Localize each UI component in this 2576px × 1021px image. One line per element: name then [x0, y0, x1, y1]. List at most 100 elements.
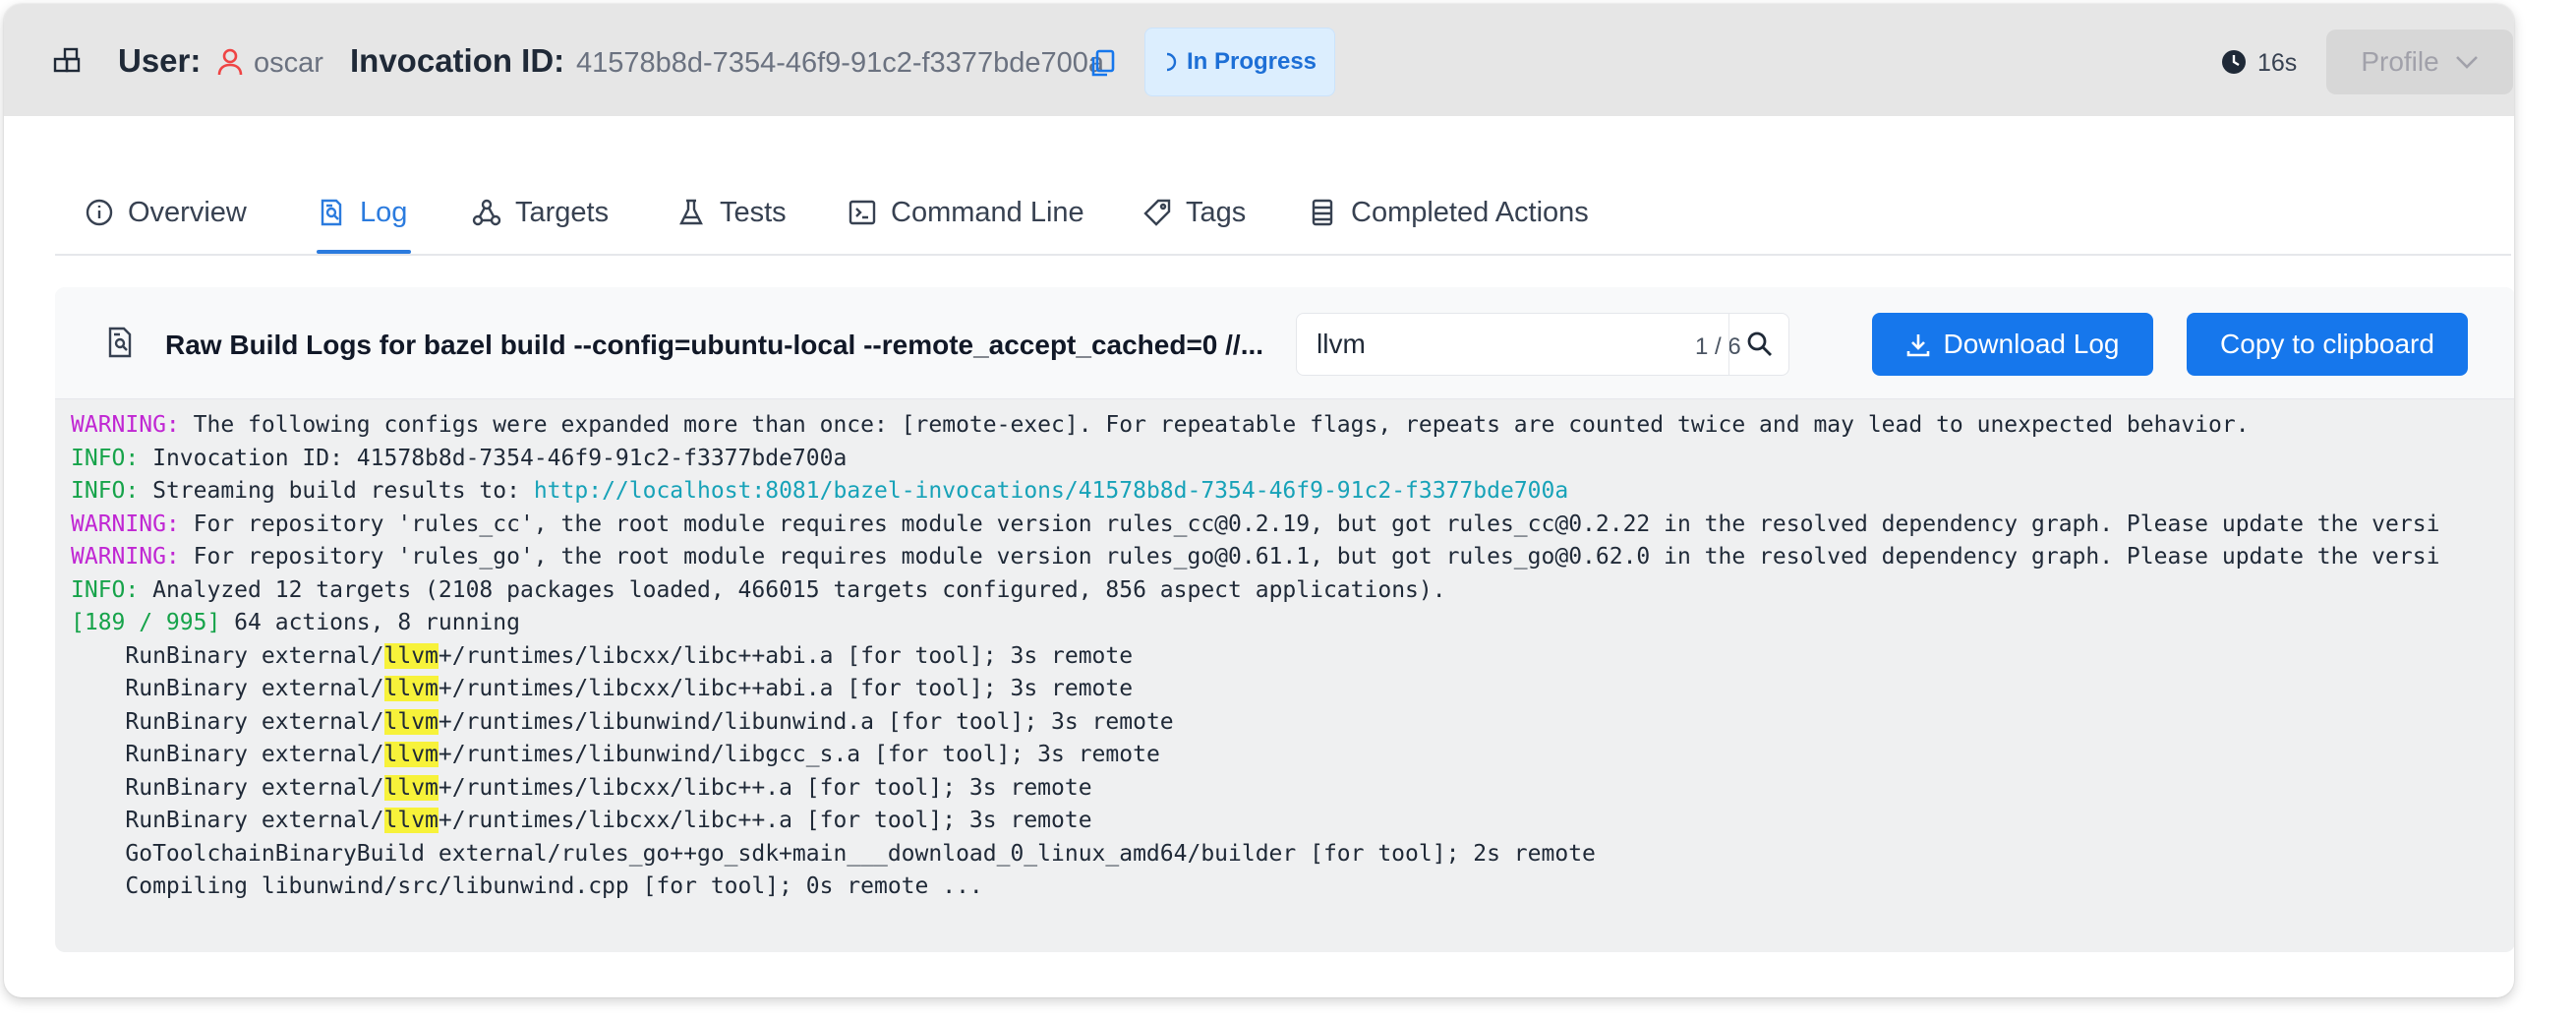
log-text: Streaming build results to:: [139, 478, 534, 504]
log-line: RunBinary external/llvm+/runtimes/libunw…: [71, 706, 2514, 740]
log-text: Compiling libunwind/src/libunwind.cpp [f…: [71, 873, 983, 899]
search-match-highlight: llvm: [383, 774, 439, 801]
log-text: RunBinary external/: [71, 808, 384, 833]
log-output[interactable]: WARNING: The following configs were expa…: [71, 409, 2514, 940]
flask-icon: [679, 199, 703, 225]
copy-to-clipboard-label: Copy to clipboard: [2220, 329, 2434, 359]
log-level-warning: WARNING:: [71, 510, 180, 537]
raw-log-panel: Raw Build Logs for bazel build --config=…: [55, 287, 2514, 952]
log-level-info: INFO:: [71, 576, 140, 603]
log-level-info: INFO:: [71, 478, 140, 504]
log-text: +/runtimes/libcxx/libc++.a [for tool]; 3…: [438, 774, 1092, 801]
log-panel-title: Raw Build Logs for bazel build --config=…: [165, 330, 1264, 360]
list-icon: [1312, 199, 1333, 226]
tab-label: Targets: [515, 196, 610, 228]
copy-to-clipboard-button[interactable]: Copy to clipboard: [2187, 313, 2468, 376]
log-text: RunBinary external/: [71, 708, 384, 735]
invocation-id-label: Invocation ID:: [350, 42, 565, 79]
tab-tags[interactable]: Tags: [1142, 193, 1246, 232]
log-text: RunBinary external/: [71, 774, 384, 801]
log-text: RunBinary external/: [71, 676, 384, 701]
log-line: WARNING: The following configs were expa…: [71, 409, 2514, 443]
log-search-icon: [108, 327, 132, 358]
log-text: The following configs were expanded more…: [179, 412, 2250, 438]
chevron-down-icon: [2455, 56, 2478, 69]
log-line: INFO: Invocation ID: 41578b8d-7354-46f9-…: [71, 443, 2514, 476]
log-line: WARNING: For repository 'rules_go', the …: [71, 541, 2514, 574]
download-log-button[interactable]: Download Log: [1872, 313, 2153, 376]
tab-label: Completed Actions: [1351, 196, 1589, 228]
status-text: In Progress: [1186, 48, 1317, 75]
copy-icon[interactable]: [1089, 49, 1115, 79]
spinner-icon: [1166, 52, 1177, 72]
log-text: +/runtimes/libunwind/libgcc_s.a [for too…: [438, 742, 1160, 767]
tab-label: Tests: [720, 196, 787, 228]
tab-tests[interactable]: Tests: [676, 193, 787, 232]
log-line: RunBinary external/llvm+/runtimes/libunw…: [71, 739, 2514, 772]
log-search-input[interactable]: [1317, 314, 1651, 375]
log-line: WARNING: For repository 'rules_cc', the …: [71, 509, 2514, 542]
log-text: Invocation ID: 41578b8d-7354-46f9-91c2-f…: [139, 445, 848, 471]
log-line: RunBinary external/llvm+/runtimes/libcxx…: [71, 805, 2514, 838]
log-text: GoToolchainBinaryBuild external/rules_go…: [71, 840, 1596, 867]
search-match-highlight: llvm: [383, 642, 439, 669]
search-match-highlight: llvm: [383, 808, 439, 833]
log-line: GoToolchainBinaryBuild external/rules_go…: [71, 838, 2514, 871]
tab-completed-actions[interactable]: Completed Actions: [1308, 193, 1589, 232]
log-text: For repository 'rules_cc', the root modu…: [179, 510, 2440, 537]
log-line: RunBinary external/llvm+/runtimes/libcxx…: [71, 772, 2514, 806]
search-match-highlight: llvm: [383, 708, 439, 735]
user-label: User:: [118, 42, 202, 79]
log-search-button[interactable]: [1728, 313, 1789, 376]
log-text: +/runtimes/libunwind/libunwind.a [for to…: [438, 708, 1174, 735]
log-line: [189 / 995] 64 actions, 8 running: [71, 607, 2514, 640]
log-line: INFO: Streaming build results to: http:/…: [71, 475, 2514, 509]
log-text: Analyzed 12 targets (2108 packages loade…: [139, 576, 1446, 603]
log-text: +/runtimes/libcxx/libc++abi.a [for tool]…: [438, 642, 1134, 669]
tab-targets[interactable]: Targets: [472, 193, 609, 232]
invocation-id-value: 41578b8d-7354-46f9-91c2-f3377bde700a: [576, 47, 1104, 79]
log-text: RunBinary external/: [71, 642, 384, 669]
tab-command-line[interactable]: Command Line: [848, 193, 1084, 232]
search-match-highlight: llvm: [383, 742, 439, 767]
terminal-icon: [849, 200, 876, 225]
profile-button[interactable]: Profile: [2326, 30, 2513, 94]
tab-overview[interactable]: Overview: [85, 193, 247, 232]
tab-bar: Overview Log Targets Tests Command Line: [55, 165, 2511, 256]
log-line: Compiling libunwind/src/libunwind.cpp [f…: [71, 871, 2514, 904]
user-name[interactable]: oscar: [254, 43, 323, 83]
log-level-warning: WARNING:: [71, 544, 180, 570]
tag-icon: [1143, 199, 1171, 226]
tab-log[interactable]: Log: [317, 193, 407, 232]
log-search-icon: [321, 199, 342, 226]
invocation-card: User: oscar Invocation ID: 41578b8d-7354…: [4, 4, 2514, 997]
invocation-header: User: oscar Invocation ID: 41578b8d-7354…: [4, 4, 2514, 116]
tab-label: Log: [360, 196, 408, 228]
log-line: INFO: Analyzed 12 targets (2108 packages…: [71, 574, 2514, 608]
log-level-progress: [189 / 995]: [71, 610, 221, 635]
log-link[interactable]: http://localhost:8081/bazel-invocations/…: [534, 478, 1568, 504]
tab-label: Command Line: [891, 196, 1084, 228]
user-icon: [217, 48, 243, 76]
log-panel-header: Raw Build Logs for bazel build --config=…: [55, 287, 2514, 399]
log-text: RunBinary external/: [71, 742, 384, 767]
log-text: +/runtimes/libcxx/libc++abi.a [for tool]…: [438, 676, 1134, 701]
log-text: For repository 'rules_go', the root modu…: [179, 544, 2440, 570]
targets-icon: [472, 199, 501, 226]
log-text: 64 actions, 8 running: [220, 610, 520, 635]
info-icon: [86, 199, 113, 226]
log-line: RunBinary external/llvm+/runtimes/libcxx…: [71, 640, 2514, 674]
workspace-icon: [53, 47, 81, 73]
log-level-warning: WARNING:: [71, 412, 180, 438]
download-icon: [1907, 334, 1930, 357]
tab-label: Tags: [1186, 196, 1247, 228]
profile-label: Profile: [2361, 46, 2439, 77]
tab-label: Overview: [128, 196, 247, 228]
log-level-info: INFO:: [71, 445, 140, 471]
search-icon: [1747, 331, 1772, 356]
log-line: RunBinary external/llvm+/runtimes/libcxx…: [71, 673, 2514, 706]
log-text: +/runtimes/libcxx/libc++.a [for tool]; 3…: [438, 808, 1092, 833]
duration: 16s: [2257, 49, 2298, 77]
status-badge: In Progress: [1144, 28, 1335, 96]
download-log-label: Download Log: [1943, 329, 2120, 359]
